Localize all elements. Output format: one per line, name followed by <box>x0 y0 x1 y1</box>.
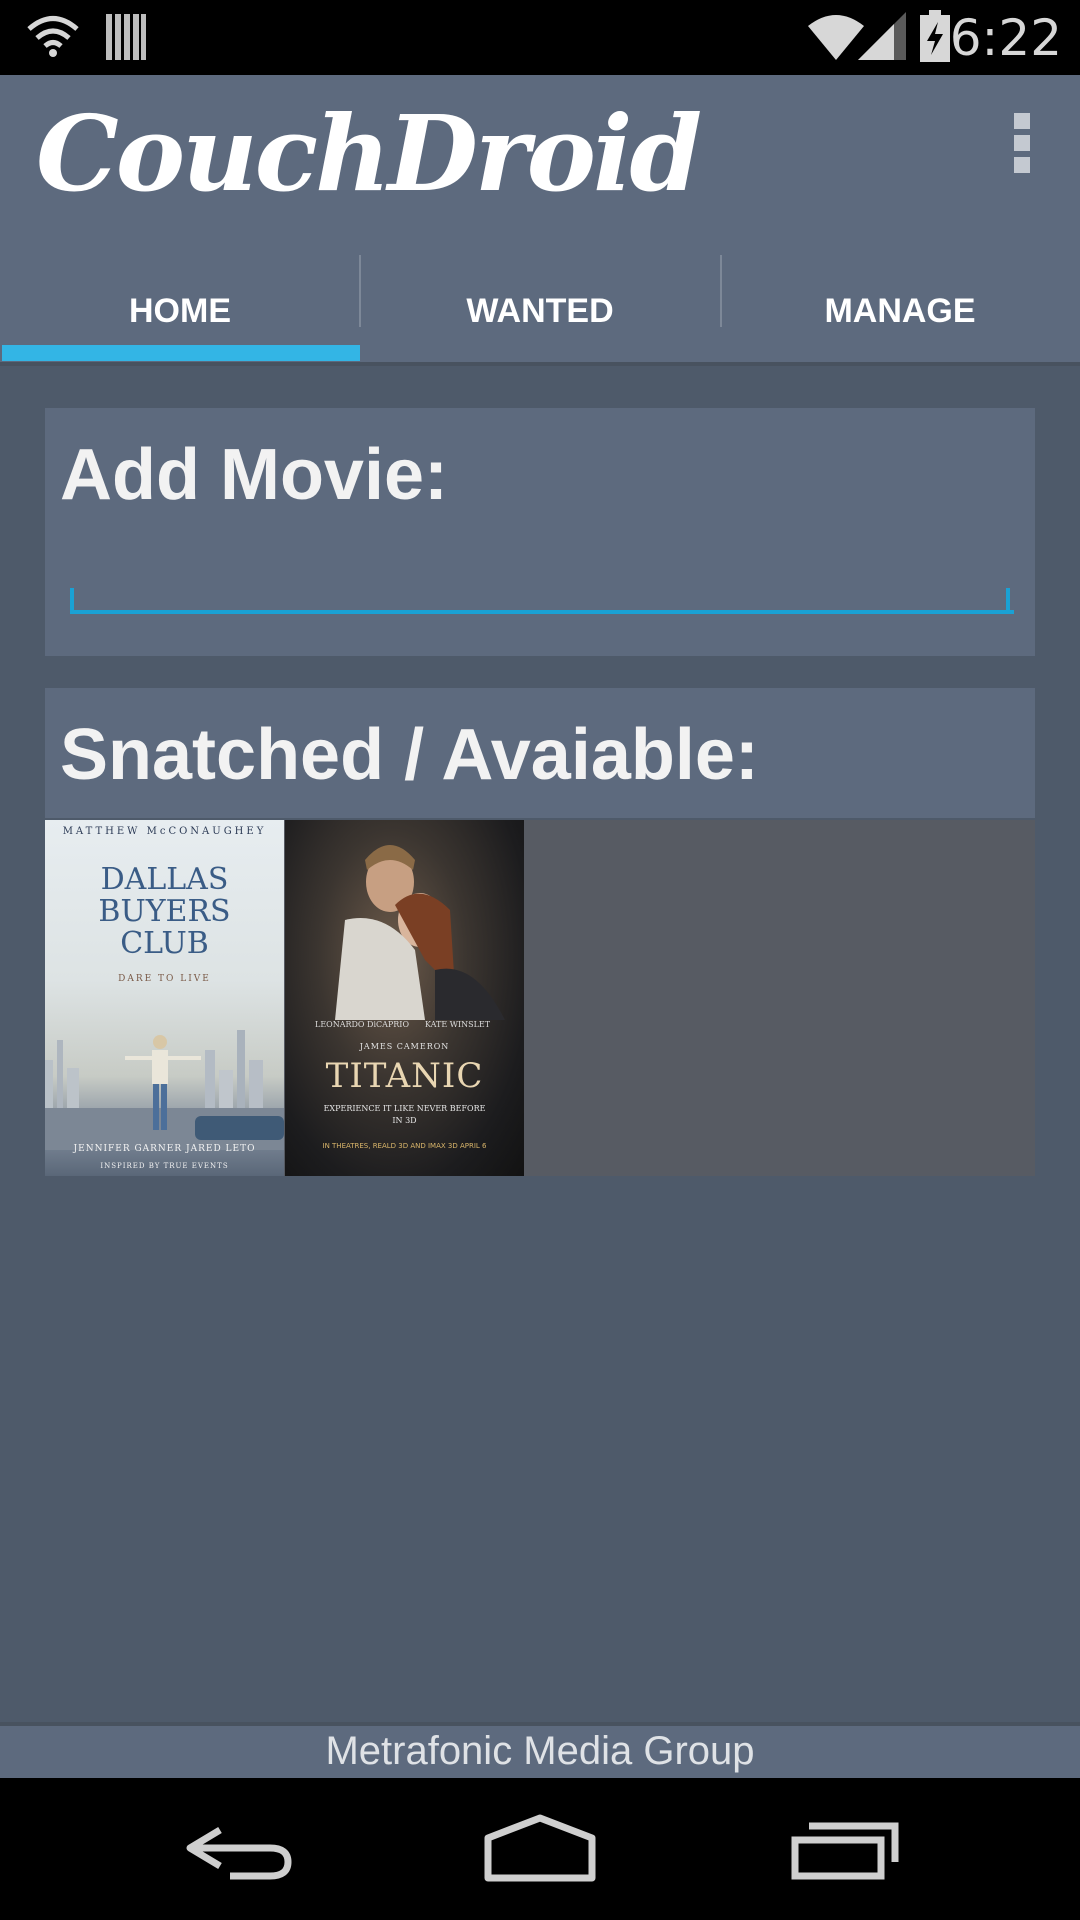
app-title: CouchDroid <box>36 92 702 215</box>
add-movie-input[interactable] <box>70 548 1014 614</box>
selected-tab-indicator <box>2 345 360 361</box>
status-clock: 6:22 <box>949 9 1062 67</box>
poster-director: JAMES CAMERON <box>359 1042 450 1051</box>
snatched-heading: Snatched / Avaiable: <box>60 715 759 795</box>
poster-title: TITANIC <box>325 1056 484 1096</box>
poster-tagline: EXPERIENCE IT LIKE NEVER BEFORE <box>323 1104 486 1113</box>
overflow-menu-icon[interactable] <box>1002 113 1042 183</box>
notification-barcode-icon <box>106 14 146 60</box>
battery-charging-icon <box>920 10 950 62</box>
back-icon[interactable] <box>170 1808 310 1888</box>
footer-credit: Metrafonic Media Group <box>0 1726 1080 1778</box>
movie-poster-dallas-buyers-club[interactable]: MATTHEW McCONAUGHEY DALLAS BUYERS CLUB D… <box>45 820 284 1176</box>
poster-actor: KATE WINSLET <box>425 1020 491 1029</box>
input-edge-left <box>70 588 74 612</box>
movie-poster-titanic[interactable]: LEONARDO DiCAPRIO KATE WINSLET JAMES CAM… <box>285 820 524 1176</box>
wifi-signal-icon <box>808 15 864 60</box>
home-icon[interactable] <box>470 1808 610 1888</box>
navigation-bar <box>0 1778 1080 1920</box>
input-edge-right <box>1006 588 1010 612</box>
tab-bar-divider <box>0 362 1080 366</box>
add-movie-card: Add Movie: <box>45 408 1035 656</box>
poster-tagline: DARE TO LIVE <box>118 974 211 984</box>
poster-title-line: CLUB <box>120 926 209 961</box>
poster-title-line: DALLAS <box>100 862 229 897</box>
tab-divider <box>359 255 361 327</box>
poster-skyline-art <box>45 1030 284 1150</box>
poster-footer-text: INSPIRED BY TRUE EVENTS <box>100 1162 229 1170</box>
recent-apps-icon[interactable] <box>775 1808 915 1888</box>
poster-couple-art <box>335 845 505 1020</box>
poster-top-text: MATTHEW McCONAUGHEY <box>62 826 267 837</box>
snatched-card: Snatched / Avaiable: <box>45 688 1035 818</box>
tab-wanted[interactable]: WANTED <box>360 255 720 360</box>
status-bar: 6:22 <box>0 0 1080 75</box>
action-bar: CouchDroid HOME WANTED MANAGE <box>0 75 1080 366</box>
poster-grid: MATTHEW McCONAUGHEY DALLAS BUYERS CLUB D… <box>45 820 1035 1176</box>
wifi-icon <box>27 16 79 57</box>
tab-divider <box>720 255 722 327</box>
poster-actor: LEONARDO DiCAPRIO <box>315 1020 410 1029</box>
poster-release-text: IN THEATRES, REALD 3D AND IMAX 3D APRIL … <box>322 1142 487 1150</box>
add-movie-heading: Add Movie: <box>60 435 448 515</box>
tab-manage[interactable]: MANAGE <box>720 255 1080 360</box>
poster-title-line: BUYERS <box>98 894 231 929</box>
poster-credits: JENNIFER GARNER JARED LETO <box>73 1144 256 1154</box>
poster-tagline: IN 3D <box>392 1116 417 1125</box>
cell-signal-icon <box>858 12 906 60</box>
